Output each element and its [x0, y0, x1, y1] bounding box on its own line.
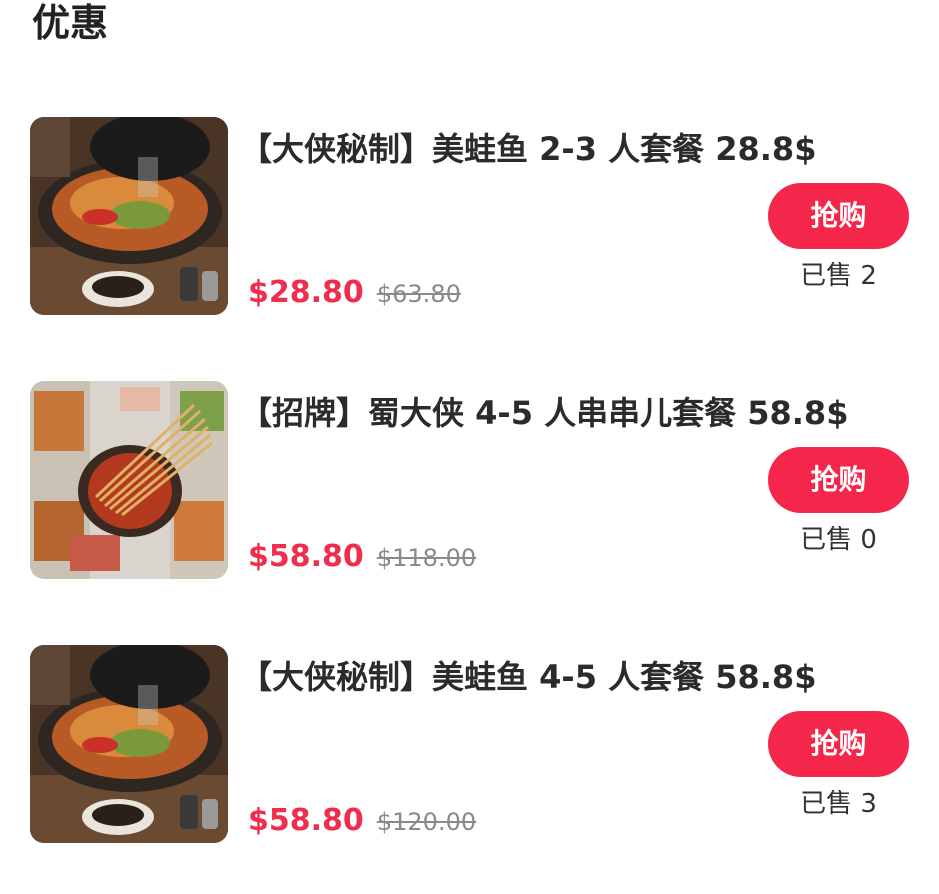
hotpot-fish-image[interactable]: [30, 117, 228, 315]
current-price: $28.80: [248, 275, 364, 310]
sold-count: 已售 0: [800, 525, 877, 555]
original-price: $118.00: [376, 544, 477, 572]
deal-card[interactable]: 【招牌】蜀大侠 4-5 人串串儿套餐 58.8$ $58.80 $118.00 …: [0, 381, 939, 581]
price-row: $58.80 $120.00: [248, 803, 476, 843]
buy-button[interactable]: 抢购: [768, 183, 909, 249]
sold-count: 已售 2: [800, 261, 877, 291]
current-price: $58.80: [248, 539, 364, 574]
deal-list: 【大侠秘制】美蛙鱼 2-3 人套餐 28.8$ $28.80 $63.80 抢购…: [0, 0, 939, 894]
buy-button[interactable]: 抢购: [768, 711, 909, 777]
original-price: $120.00: [376, 808, 477, 836]
price-row: $58.80 $118.00: [248, 539, 476, 579]
buy-button[interactable]: 抢购: [768, 447, 909, 513]
skewer-hotpot-image[interactable]: [30, 381, 228, 579]
current-price: $58.80: [248, 803, 364, 838]
deal-title[interactable]: 【大侠秘制】美蛙鱼 2-3 人套餐 28.8$: [240, 127, 816, 171]
deal-title[interactable]: 【招牌】蜀大侠 4-5 人串串儿套餐 58.8$: [240, 391, 848, 435]
deal-card[interactable]: 【大侠秘制】美蛙鱼 4-5 人套餐 58.8$ $58.80 $120.00 抢…: [0, 645, 939, 845]
price-row: $28.80 $63.80: [248, 275, 461, 315]
hotpot-fish-image[interactable]: [30, 645, 228, 843]
original-price: $63.80: [376, 280, 461, 308]
deal-title[interactable]: 【大侠秘制】美蛙鱼 4-5 人套餐 58.8$: [240, 655, 816, 699]
sold-count: 已售 3: [800, 789, 877, 819]
deal-card[interactable]: 【大侠秘制】美蛙鱼 2-3 人套餐 28.8$ $28.80 $63.80 抢购…: [0, 117, 939, 317]
